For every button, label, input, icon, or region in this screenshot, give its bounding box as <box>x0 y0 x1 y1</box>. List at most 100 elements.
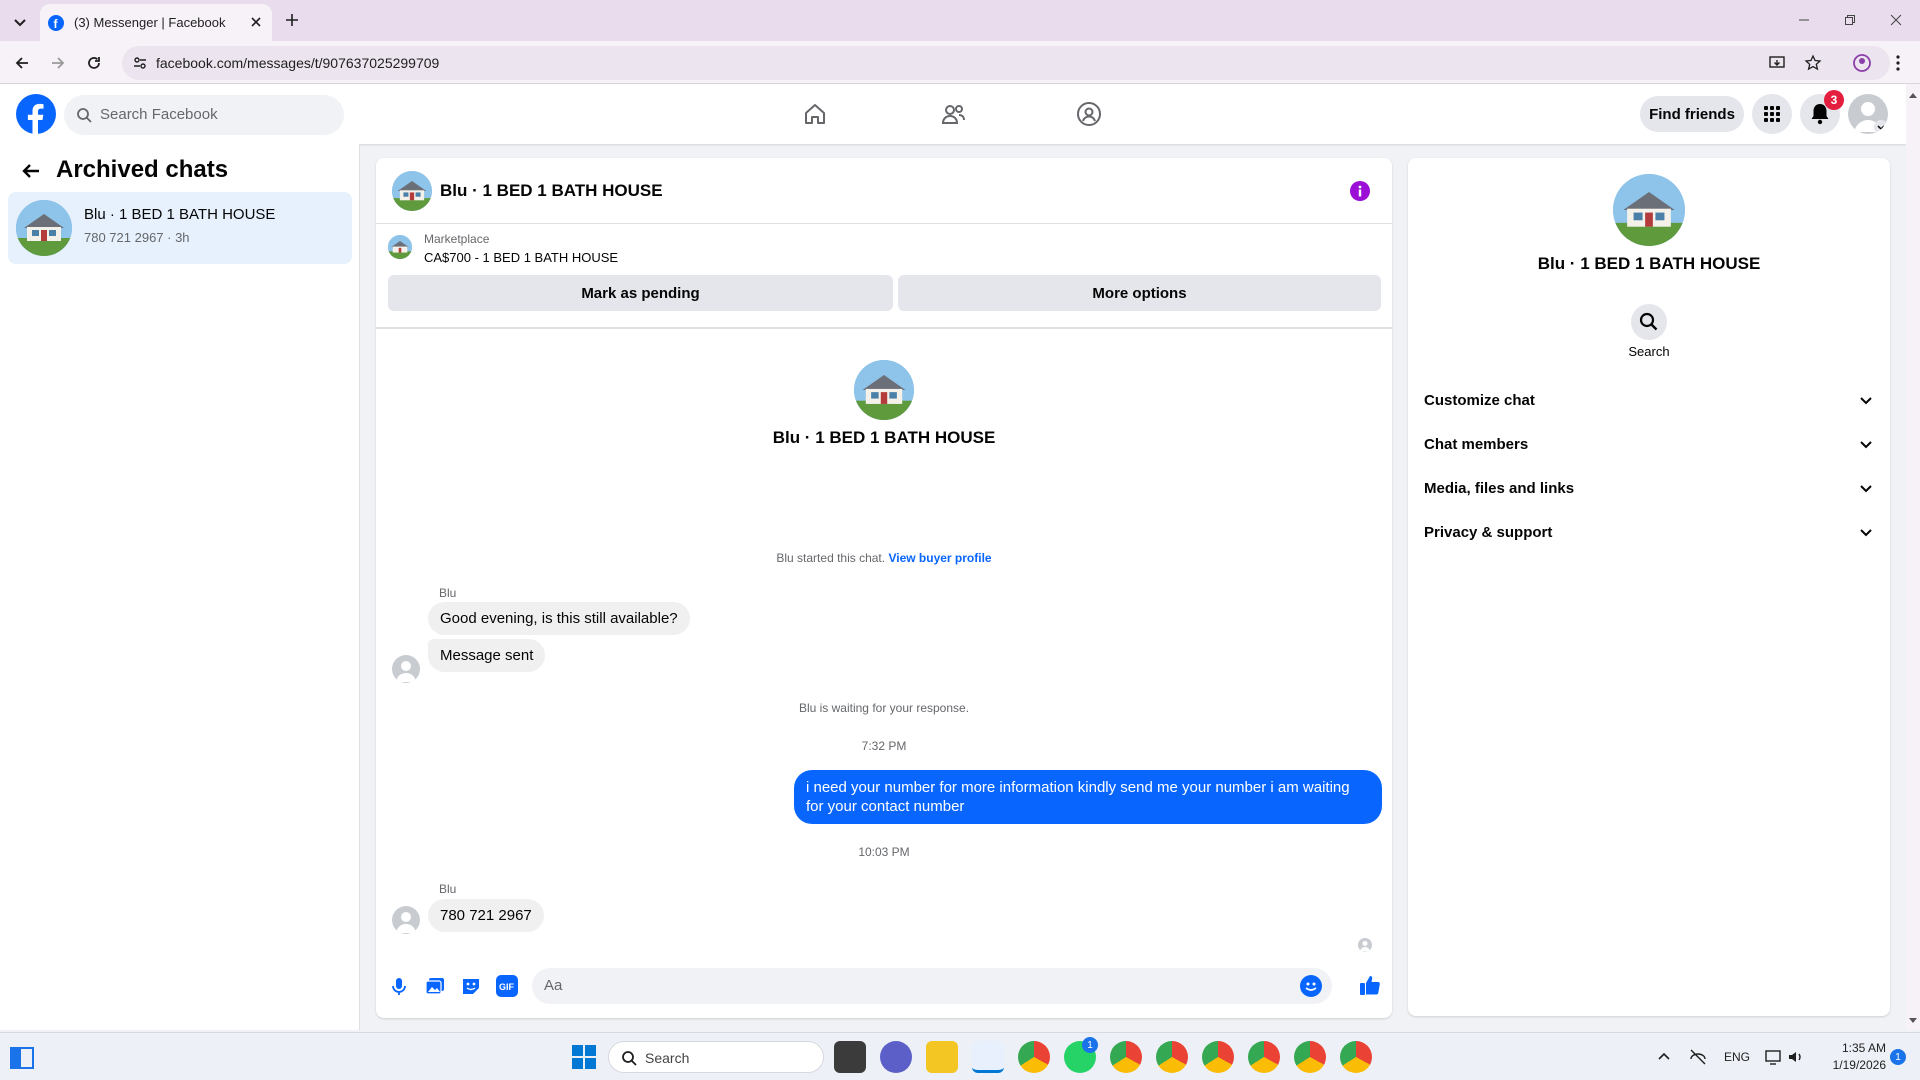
sticker-icon[interactable] <box>460 975 482 997</box>
minimize-icon[interactable] <box>1796 12 1812 28</box>
notification-center-badge[interactable]: 1 <box>1890 1049 1906 1065</box>
clock-time[interactable]: 1:35 AM <box>1822 1041 1886 1055</box>
marketplace-bar: Marketplace CA$700 - 1 BED 1 BATH HOUSE … <box>376 225 1392 329</box>
sender-avatar[interactable] <box>392 655 420 683</box>
sticky-notes-icon[interactable] <box>926 1041 958 1073</box>
started-text: Blu started this chat. <box>776 551 886 565</box>
forward-icon[interactable] <box>48 53 68 73</box>
install-app-icon[interactable] <box>1768 54 1786 72</box>
incoming-message[interactable]: Good evening, is this still available? <box>428 602 690 635</box>
chrome-profile-icon[interactable] <box>1248 1041 1280 1073</box>
conversation-title[interactable]: Blu · 1 BED 1 BATH HOUSE <box>440 181 663 201</box>
whatsapp-badge: 1 <box>1082 1037 1098 1053</box>
microphone-icon[interactable] <box>388 975 410 997</box>
chat-preview: 780 721 2967 · 3h <box>84 230 190 245</box>
reload-icon[interactable] <box>84 53 104 73</box>
customize-chat-row[interactable]: Customize chat <box>1424 380 1874 420</box>
incoming-message[interactable]: 780 721 2967 <box>428 899 544 932</box>
chat-name: Blu · 1 BED 1 BATH HOUSE <box>84 206 276 223</box>
mark-pending-button[interactable]: Mark as pending <box>388 275 893 311</box>
desktop-widget-icon[interactable] <box>10 1047 34 1069</box>
intro-name: Blu · 1 BED 1 BATH HOUSE <box>772 428 996 447</box>
taskbar-search-box[interactable]: Search <box>608 1041 824 1073</box>
site-info-icon[interactable] <box>132 55 148 71</box>
section-label: Chat members <box>1424 435 1529 453</box>
groups-icon[interactable] <box>1076 101 1102 127</box>
sender-avatar[interactable] <box>392 906 420 934</box>
incoming-message[interactable]: Message sent <box>428 639 546 672</box>
browser-address-bar: facebook.com/messages/t/907637025299709 <box>0 41 1920 84</box>
display-icon[interactable] <box>1764 1047 1784 1067</box>
chat-list-item[interactable]: Blu · 1 BED 1 BATH HOUSE 780 721 2967 · … <box>8 192 352 264</box>
chat-details-panel: Blu · 1 BED 1 BATH HOUSE Search Customiz… <box>1408 158 1890 1016</box>
emoji-icon[interactable] <box>1300 975 1322 997</box>
sender-name: Blu <box>439 586 457 600</box>
listing-title[interactable]: CA$700 - 1 BED 1 BATH HOUSE <box>424 250 618 265</box>
chevron-down-icon <box>1860 529 1872 537</box>
conversation-header: Blu · 1 BED 1 BATH HOUSE <box>376 158 1392 224</box>
details-avatar[interactable] <box>1613 174 1685 246</box>
tab-search-button[interactable] <box>8 10 32 34</box>
chrome-profile-icon[interactable] <box>1294 1041 1326 1073</box>
outgoing-message[interactable]: i need your number for more information … <box>794 770 1382 824</box>
view-buyer-profile-link[interactable]: View buyer profile <box>888 551 991 565</box>
friends-icon[interactable] <box>940 101 966 127</box>
chrome-profile-icon[interactable] <box>1340 1041 1372 1073</box>
svg-text:GIF: GIF <box>499 982 515 992</box>
restore-icon[interactable] <box>1842 12 1858 28</box>
chrome-profile-icon[interactable] <box>1156 1041 1188 1073</box>
section-label: Media, files and links <box>1424 479 1575 497</box>
media-files-links-row[interactable]: Media, files and links <box>1424 468 1874 508</box>
network-off-icon[interactable] <box>1688 1047 1708 1067</box>
find-friends-button[interactable]: Find friends <box>1640 96 1744 132</box>
new-tab-button[interactable] <box>282 10 302 30</box>
bookmark-star-icon[interactable] <box>1804 54 1822 72</box>
back-arrow-icon[interactable] <box>20 160 42 182</box>
conversation-avatar[interactable] <box>392 171 432 211</box>
chrome-profile-icon[interactable] <box>1202 1041 1234 1073</box>
window-close-icon[interactable] <box>1888 12 1904 28</box>
chrome-profile-icon[interactable] <box>1110 1041 1142 1073</box>
notifications-button[interactable]: 3 <box>1800 90 1844 134</box>
chat-members-row[interactable]: Chat members <box>1424 424 1874 464</box>
facebook-search-box[interactable]: Search Facebook <box>64 95 344 135</box>
clock-date[interactable]: 1/19/2026 <box>1812 1058 1886 1072</box>
whatsapp-icon[interactable]: 1 <box>1064 1037 1098 1073</box>
search-icon <box>76 107 92 123</box>
message-input[interactable]: Aa <box>532 968 1332 1004</box>
facebook-logo-icon[interactable] <box>16 94 56 134</box>
thumbs-up-icon[interactable] <box>1358 973 1382 997</box>
section-label: Customize chat <box>1424 391 1535 409</box>
gif-icon[interactable]: GIF <box>496 975 518 997</box>
chevron-up-icon[interactable] <box>1656 1049 1672 1065</box>
privacy-support-row[interactable]: Privacy & support <box>1424 512 1874 552</box>
task-view-icon[interactable] <box>834 1041 866 1073</box>
listing-thumbnail[interactable] <box>388 235 412 259</box>
more-options-button[interactable]: More options <box>898 275 1381 311</box>
back-icon[interactable] <box>12 53 32 73</box>
language-indicator[interactable]: ENG <box>1724 1050 1750 1064</box>
teams-chat-icon[interactable] <box>880 1041 912 1073</box>
intro-avatar[interactable] <box>854 360 914 420</box>
browser-tab[interactable]: f (3) Messenger | Facebook <box>40 4 272 41</box>
page-scrollbar[interactable] <box>1906 84 1920 1030</box>
windows-start-icon[interactable] <box>572 1045 596 1069</box>
archived-chats-panel: Archived chats Blu · 1 BED 1 BATH HOUSE … <box>0 144 360 1030</box>
account-avatar[interactable] <box>1848 94 1888 134</box>
snipping-tool-icon[interactable] <box>972 1041 1004 1073</box>
home-icon[interactable] <box>802 101 828 127</box>
details-search-button[interactable] <box>1631 304 1667 340</box>
timestamp: 10:03 PM <box>858 845 910 859</box>
chevron-down-icon <box>1860 485 1872 493</box>
browser-menu-icon[interactable] <box>1888 53 1908 73</box>
tab-close-icon[interactable] <box>248 14 264 30</box>
photo-icon[interactable] <box>424 975 446 997</box>
seen-receipt-avatar <box>1358 938 1372 952</box>
waiting-notice: Blu is waiting for your response. <box>798 701 970 715</box>
chrome-icon[interactable] <box>1018 1041 1050 1073</box>
menu-grid-button[interactable] <box>1752 94 1792 134</box>
profile-icon[interactable] <box>1852 53 1872 73</box>
omnibox[interactable]: facebook.com/messages/t/907637025299709 <box>122 46 1890 80</box>
volume-icon[interactable] <box>1786 1047 1806 1067</box>
info-icon[interactable] <box>1350 181 1370 201</box>
